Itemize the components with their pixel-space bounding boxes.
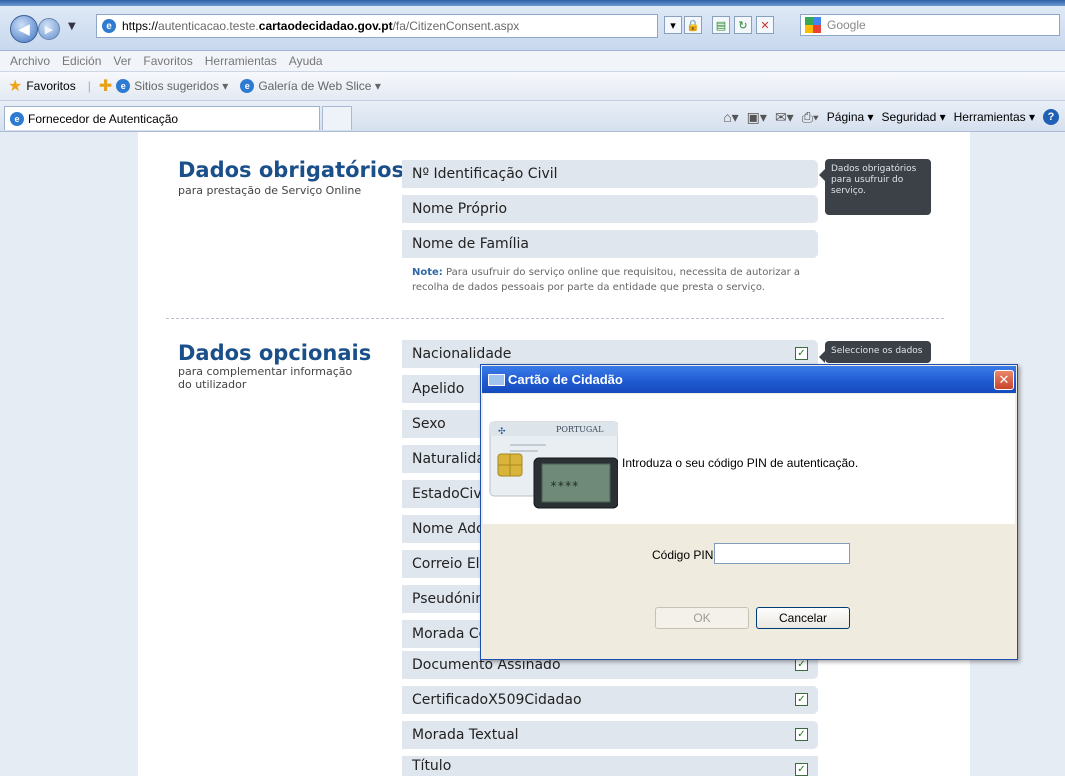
field-label: CertificadoX509Cidadao	[412, 692, 582, 708]
note-label: Note:	[412, 267, 443, 278]
dialog-title-bar[interactable]: Cartão de Cidadão	[482, 366, 1016, 393]
feeds-icon[interactable]: ▣▾	[747, 109, 767, 126]
add-favorite-icon[interactable]: ✚	[99, 76, 112, 96]
google-icon	[805, 17, 821, 33]
favorites-star-icon: ★	[8, 78, 23, 95]
section-divider	[166, 318, 944, 319]
optional-subtitle: para complementar informação do utilizad…	[178, 365, 353, 391]
optional-field-morada-textual: Morada Textual ✓	[402, 721, 818, 749]
dialog-title: Cartão de Cidadão	[508, 372, 623, 387]
lock-icon[interactable]: 🔒	[684, 16, 702, 34]
checkbox[interactable]: ✓	[795, 693, 808, 706]
menu-herramientas[interactable]: Herramientas	[205, 54, 277, 68]
url-host: autenticacao.teste.	[158, 19, 259, 33]
forward-button[interactable]: ▶	[38, 18, 60, 40]
command-bar: ⌂▾ ▣▾ ✉▾ ⎙▾ Página ▾ Seguridad ▾ Herrami…	[723, 106, 1059, 128]
web-slice-icon: e	[240, 79, 255, 93]
mail-icon[interactable]: ✉▾	[775, 109, 794, 126]
checkbox[interactable]: ✓	[795, 763, 808, 776]
field-label: EstadoCivil	[412, 486, 490, 502]
security-menu[interactable]: Seguridad ▾	[882, 110, 946, 124]
field-label: Nacionalidade	[412, 346, 512, 362]
menu-bar: Archivo Edición Ver Favoritos Herramient…	[0, 51, 1065, 72]
url-domain: cartaodecidadao.gov.pt	[258, 19, 393, 33]
favorites-button[interactable]: Favoritos	[26, 79, 75, 93]
field-label: Título	[412, 758, 452, 774]
web-slice-link[interactable]: Galería de Web Slice ▾	[258, 79, 381, 93]
field-label: Nome de Família	[412, 236, 529, 252]
required-title: Dados obrigatórios	[178, 158, 405, 182]
tab-ie-icon: e	[10, 111, 24, 126]
id-card-icon	[488, 373, 505, 386]
pin-label: Código PIN	[652, 548, 714, 562]
required-field-id: Nº Identificação Civil	[402, 160, 818, 188]
menu-ver[interactable]: Ver	[113, 54, 131, 68]
cancel-button[interactable]: Cancelar	[756, 607, 850, 629]
print-icon[interactable]: ⎙▾	[802, 109, 819, 126]
card-pin-mask: ****	[550, 479, 579, 493]
ok-button[interactable]: OK	[655, 607, 749, 629]
url-path: /fa/CitizenConsent.aspx	[392, 19, 520, 33]
home-icon[interactable]: ⌂▾	[723, 109, 738, 126]
page-menu[interactable]: Página ▾	[827, 110, 874, 124]
required-field-last-name: Nome de Família	[402, 230, 818, 258]
field-label: Apelido	[412, 381, 465, 397]
menu-ayuda[interactable]: Ayuda	[289, 54, 323, 68]
required-tooltip: Dados obrigatórios para usufruir do serv…	[819, 159, 931, 215]
consent-note: Note: Para usufruir do serviço online qu…	[412, 265, 812, 295]
favorites-bar: ★ Favoritos | ✚ e Sitios sugeridos ▾ e G…	[0, 72, 1065, 101]
citizen-card-illustration: ✣ PORTUGAL ****	[489, 421, 618, 509]
ie-page-icon: e	[102, 19, 116, 33]
menu-edicion[interactable]: Edición	[62, 54, 101, 68]
optional-field-titulo: Título ✓	[402, 756, 818, 776]
tools-menu[interactable]: Herramientas ▾	[954, 110, 1035, 124]
required-field-first-name: Nome Próprio	[402, 195, 818, 223]
field-label: Nº Identificação Civil	[412, 166, 558, 182]
tab-active[interactable]: e Fornecedor de Autenticação	[4, 106, 320, 130]
address-input[interactable]: e https://autenticacao.teste. cartaodecid…	[96, 14, 658, 38]
pin-input[interactable]	[714, 543, 850, 564]
favbar-divider: |	[87, 79, 91, 93]
card-country: PORTUGAL	[556, 425, 604, 434]
checkbox[interactable]: ✓	[795, 728, 808, 741]
field-label: Sexo	[412, 416, 446, 432]
menu-archivo[interactable]: Archivo	[10, 54, 50, 68]
search-placeholder: Google	[827, 18, 866, 32]
new-tab-button[interactable]	[322, 106, 352, 130]
back-button[interactable]: ◀	[10, 15, 38, 43]
dialog-close-button[interactable]: ✕	[994, 370, 1014, 390]
tab-title: Fornecedor de Autenticação	[28, 111, 179, 126]
menu-favoritos[interactable]: Favoritos	[143, 54, 192, 68]
field-label: Morada Textual	[412, 727, 519, 743]
stop-icon[interactable]: ✕	[756, 16, 774, 34]
nav-dropdown-icon[interactable]: ▼	[68, 21, 76, 32]
checkbox[interactable]: ✓	[795, 347, 808, 360]
svg-text:✣: ✣	[498, 427, 506, 437]
required-subtitle: para prestação de Serviço Online	[178, 184, 362, 197]
optional-title: Dados opcionais	[178, 341, 372, 365]
dialog-instruction: Introduza o seu código PIN de autenticaç…	[622, 456, 859, 470]
search-input[interactable]: Google	[800, 14, 1060, 36]
compatibility-icon[interactable]: ▤	[712, 16, 730, 34]
optional-field-certificado: CertificadoX509Cidadao ✓	[402, 686, 818, 714]
suggested-sites-link[interactable]: Sitios sugeridos ▾	[134, 79, 228, 93]
suggested-sites-icon: e	[116, 79, 131, 93]
help-icon[interactable]: ?	[1043, 109, 1059, 125]
field-label: Nome Próprio	[412, 201, 508, 217]
refresh-icon[interactable]: ↻	[734, 16, 752, 34]
url-scheme: https://	[122, 19, 159, 33]
address-dropdown-icon[interactable]: ▾	[664, 16, 682, 34]
optional-tooltip: Seleccione os dados	[819, 341, 931, 363]
note-text: Para usufruir do serviço online que requ…	[412, 267, 801, 293]
